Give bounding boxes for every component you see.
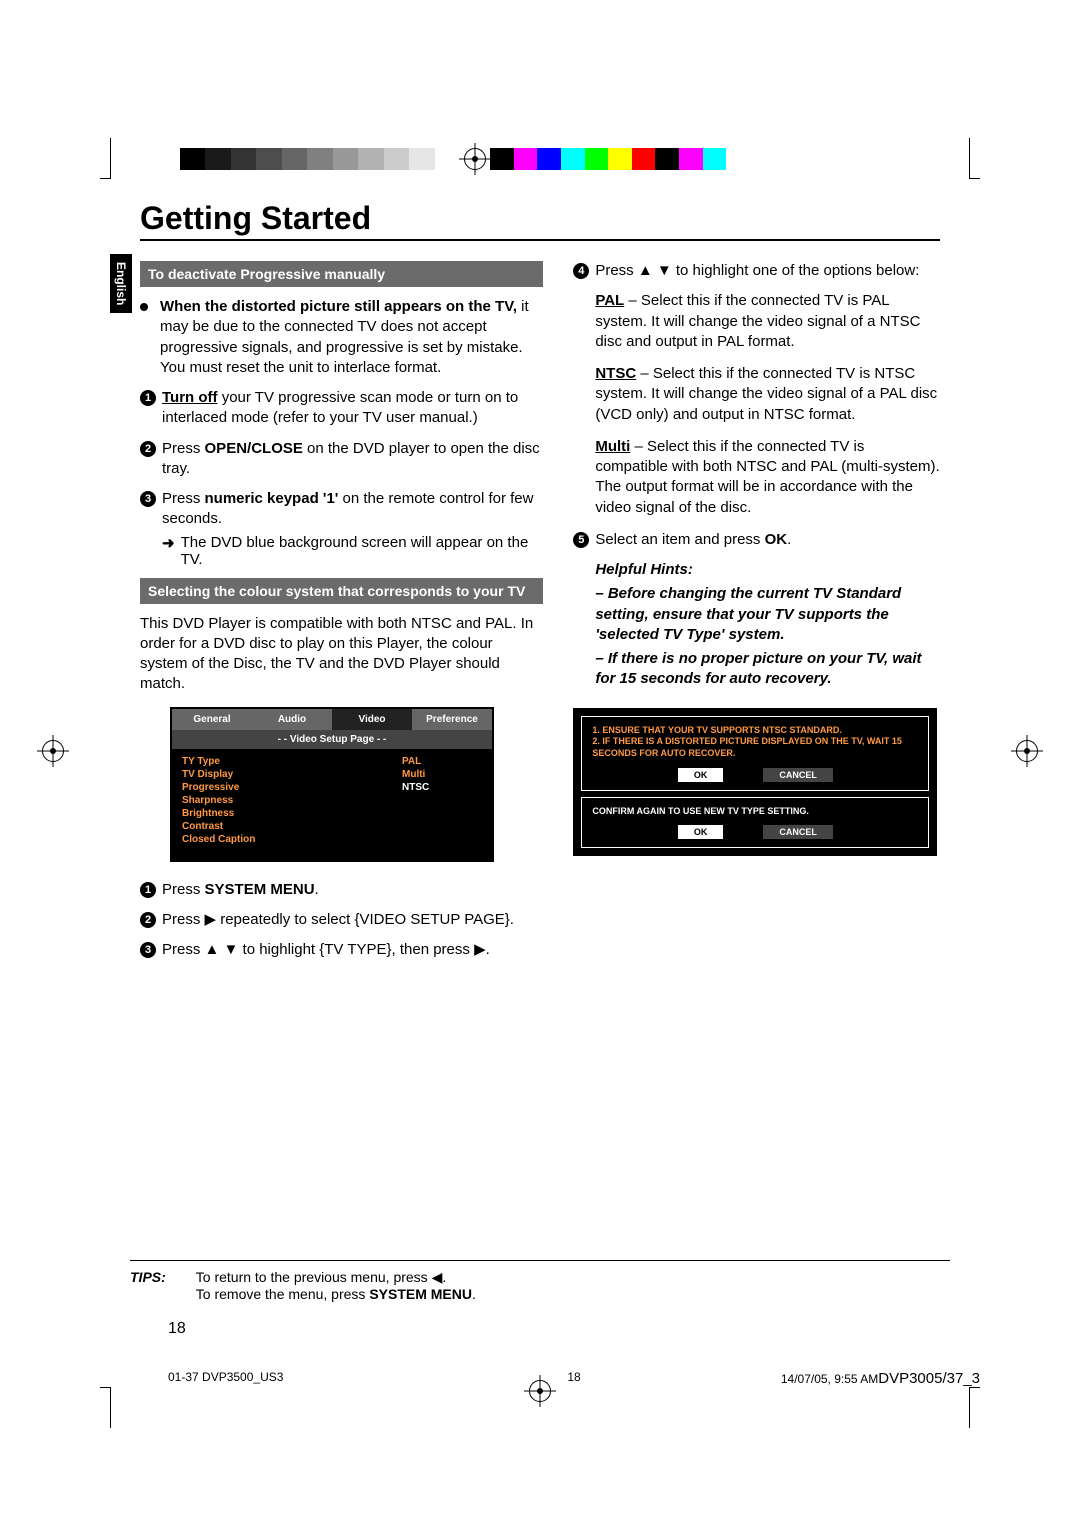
dialog-cancel-button[interactable]: CANCEL xyxy=(763,768,833,782)
menu-step-3: Press ▲ ▼ to highlight {TV TYPE}, then p… xyxy=(162,940,490,960)
step-4-text: Press ▲ ▼ to highlight one of the option… xyxy=(595,261,919,281)
register-crosshair-left xyxy=(42,740,64,762)
confirmation-dialog: 1. ENSURE THAT YOUR TV SUPPORTS NTSC STA… xyxy=(573,708,937,857)
osd-row[interactable]: TY TypePAL xyxy=(182,755,482,768)
step-3-result: The DVD blue background screen will appe… xyxy=(181,534,544,568)
osd-header: - - Video Setup Page - - xyxy=(172,730,492,749)
osd-row[interactable]: Brightness xyxy=(182,807,482,820)
dialog-cancel-button-2[interactable]: CANCEL xyxy=(763,825,833,839)
osd-menu: General Audio Video Preference - - Video… xyxy=(170,707,494,862)
intro-text: When the distorted picture still appears… xyxy=(160,297,543,378)
step-badge-4: 4 xyxy=(573,263,589,279)
menu-step-1: Press SYSTEM MENU. xyxy=(162,880,319,900)
osd-row[interactable]: Contrast xyxy=(182,820,482,833)
page-number: 18 xyxy=(168,1320,186,1338)
menu-step-2: Press ▶ repeatedly to select {VIDEO SETU… xyxy=(162,910,514,930)
grayscale-bar xyxy=(180,148,460,170)
option-pal: PAL – Select this if the connected TV is… xyxy=(595,291,940,352)
left-column: To deactivate Progressive manually When … xyxy=(140,261,543,970)
dialog-ok-button-2[interactable]: OK xyxy=(678,825,724,839)
arrow-icon: ➜ xyxy=(162,534,175,568)
register-crosshair xyxy=(464,148,486,170)
osd-tab-general[interactable]: General xyxy=(172,709,252,730)
step-3-text: Press numeric keypad '1' on the remote c… xyxy=(162,489,543,530)
page-content: English Getting Started To deactivate Pr… xyxy=(140,200,940,970)
step-badge-3b: 3 xyxy=(140,942,156,958)
hint-2: – If there is no proper picture on your … xyxy=(595,649,940,690)
step-5-text: Select an item and press OK. xyxy=(595,530,791,550)
section-deactivate: To deactivate Progressive manually xyxy=(140,261,543,287)
footer-right: 14/07/05, 9:55 AMDVP3005/37_3 xyxy=(781,1370,980,1387)
hint-1: – Before changing the current TV Standar… xyxy=(595,584,940,645)
footer-left: 01-37 DVP3500_US3 xyxy=(168,1370,283,1387)
osd-row[interactable]: Closed Caption xyxy=(182,833,482,846)
right-column: 4 Press ▲ ▼ to highlight one of the opti… xyxy=(573,261,940,970)
dialog-text-1: 1. ENSURE THAT YOUR TV SUPPORTS NTSC STA… xyxy=(592,725,918,760)
registration-marks-top xyxy=(0,148,1080,170)
option-ntsc: NTSC – Select this if the connected TV i… xyxy=(595,364,940,425)
dialog-confirm-text: CONFIRM AGAIN TO USE NEW TV TYPE SETTING… xyxy=(592,806,918,818)
step-badge-3: 3 xyxy=(140,491,156,507)
hints-heading: Helpful Hints: xyxy=(595,560,940,580)
osd-row[interactable]: ProgressiveNTSC xyxy=(182,781,482,794)
step-badge-1: 1 xyxy=(140,390,156,406)
colour-paragraph: This DVD Player is compatible with both … xyxy=(140,614,543,695)
tips-text: To return to the previous menu, press ◀.… xyxy=(196,1269,476,1302)
osd-tabs: General Audio Video Preference xyxy=(172,709,492,730)
step-badge-2b: 2 xyxy=(140,912,156,928)
step-2-text: Press OPEN/CLOSE on the DVD player to op… xyxy=(162,439,543,480)
tips-label: TIPS: xyxy=(130,1269,166,1302)
page-title: Getting Started xyxy=(140,200,940,241)
register-crosshair-right xyxy=(1016,740,1038,762)
osd-tab-audio[interactable]: Audio xyxy=(252,709,332,730)
footer: 01-37 DVP3500_US3 18 14/07/05, 9:55 AMDV… xyxy=(168,1370,980,1387)
osd-tab-video[interactable]: Video xyxy=(332,709,412,730)
osd-row[interactable]: Sharpness xyxy=(182,794,482,807)
osd-tab-preference[interactable]: Preference xyxy=(412,709,492,730)
footer-mid: 18 xyxy=(567,1370,580,1384)
section-colour: Selecting the colour system that corresp… xyxy=(140,578,543,604)
tips-bar: TIPS: To return to the previous menu, pr… xyxy=(130,1260,950,1302)
dialog-ok-button[interactable]: OK xyxy=(678,768,724,782)
step-badge-2: 2 xyxy=(140,441,156,457)
osd-row[interactable]: TV DisplayMulti xyxy=(182,768,482,781)
step-1-text: Turn off your TV progressive scan mode o… xyxy=(162,388,543,429)
color-bar xyxy=(490,148,750,170)
language-tab: English xyxy=(110,254,132,313)
option-multi: Multi – Select this if the connected TV … xyxy=(595,437,940,518)
bullet-icon xyxy=(140,303,148,311)
step-badge-1b: 1 xyxy=(140,882,156,898)
step-badge-5: 5 xyxy=(573,532,589,548)
